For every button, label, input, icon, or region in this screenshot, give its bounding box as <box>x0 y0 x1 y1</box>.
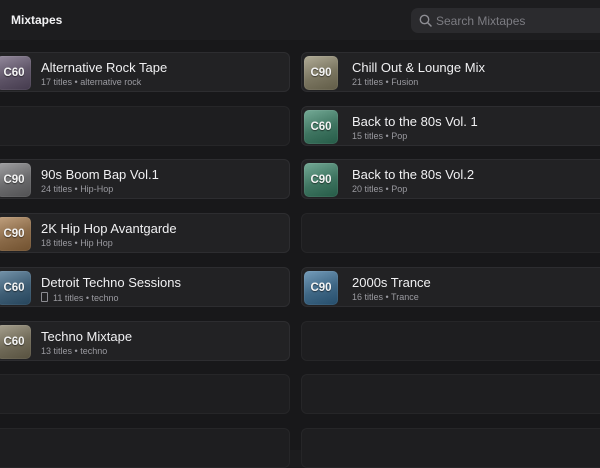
genre-label: techno <box>91 292 119 303</box>
search-box[interactable] <box>411 8 600 33</box>
mixtape-meta: 15 titles • Pop <box>352 131 407 141</box>
header-bar: Mixtapes <box>0 0 600 40</box>
mixtape-meta: 21 titles • Fusion <box>352 77 418 87</box>
cassette-badge: C90 <box>0 163 31 198</box>
mixtape-card[interactable]: C60 Back to the 80s Vol. 1 15 titles • Pop <box>301 105 600 146</box>
mixtape-title: Back to the 80s Vol.2 <box>352 167 475 183</box>
empty-slot <box>0 105 290 146</box>
genre-label: Hip Hop <box>80 238 113 249</box>
mixtape-title: Techno Mixtape <box>41 328 133 344</box>
cassette-badge: C60 <box>0 324 31 359</box>
mixtape-card[interactable]: C60 Detroit Techno Sessions 11 titles • te… <box>0 266 290 307</box>
genre-label: Trance <box>391 291 419 302</box>
mixtape-card[interactable]: C60 Alternative Rock Tape 17 titles • alte… <box>0 52 290 92</box>
cassette-badge: C90 <box>304 56 338 90</box>
genre-label: techno <box>80 345 108 356</box>
cassette-badge: C60 <box>0 270 31 305</box>
cassette-badge: C60 <box>304 109 338 144</box>
empty-slot <box>301 320 600 361</box>
mixtape-title: 90s Boom Bap Vol.1 <box>41 167 159 183</box>
mixtape-title: Chill Out & Lounge Mix <box>352 60 485 75</box>
mixtape-card[interactable]: C60 Techno Mixtape 13 titles • techno <box>0 320 290 361</box>
mixtape-grid: C60 Alternative Rock Tape 17 titles • alte… <box>0 40 600 468</box>
title-count: 24 titles <box>41 184 73 195</box>
meta-separator: • <box>83 292 92 303</box>
mixtape-card[interactable]: C90 2K Hip Hop Avantgarde 18 titles • Hip … <box>0 213 290 254</box>
genre-label: Fusion <box>391 77 419 87</box>
title-count: 18 titles <box>41 238 73 249</box>
mixtape-meta: 17 titles • alternative rock <box>41 77 141 87</box>
genre-label: Hip-Hop <box>80 184 114 195</box>
title-count: 13 titles <box>41 345 73 356</box>
search-input[interactable] <box>436 8 600 33</box>
title-count: 15 titles <box>352 130 384 141</box>
genre-label: Pop <box>391 130 408 141</box>
mixtape-meta: 24 titles • Hip-Hop <box>41 184 113 194</box>
mixtape-title: Detroit Techno Sessions <box>41 274 181 290</box>
genre-label: Pop <box>391 184 408 195</box>
mixtape-card[interactable]: C90 90s Boom Bap Vol.1 24 titles • Hip-Hop <box>0 159 290 200</box>
cassette-badge: C60 <box>0 56 31 90</box>
meta-separator: • <box>383 130 392 141</box>
meta-separator: • <box>72 238 81 249</box>
cassette-badge: C90 <box>0 217 31 252</box>
empty-slot <box>301 374 600 415</box>
mixtape-title: Back to the 80s Vol. 1 <box>352 113 478 129</box>
cassette-badge: C90 <box>304 270 338 305</box>
meta-separator: • <box>72 184 81 195</box>
mixtape-card[interactable]: C90 2000s Trance 16 titles • Trance <box>301 266 600 307</box>
empty-slot <box>0 374 290 415</box>
meta-separator: • <box>72 77 81 87</box>
device-icon <box>41 291 48 302</box>
mixtape-meta: 18 titles • Hip Hop <box>41 238 113 248</box>
title-count: 20 titles <box>352 184 384 195</box>
mixtape-meta: 16 titles • Trance <box>352 292 419 302</box>
mixtape-meta: 11 titles • techno <box>41 291 119 303</box>
meta-separator: • <box>383 77 392 87</box>
title-count: 17 titles <box>41 77 73 87</box>
empty-slot <box>301 213 600 254</box>
mixtape-title: 2K Hip Hop Avantgarde <box>41 221 177 237</box>
mixtape-card[interactable]: C90 Chill Out & Lounge Mix 21 titles • Fus… <box>301 52 600 92</box>
mixtape-card[interactable]: C90 Back to the 80s Vol.2 20 titles • Pop <box>301 159 600 200</box>
empty-slot <box>0 427 290 468</box>
meta-separator: • <box>72 345 81 356</box>
title-count: 21 titles <box>352 77 384 87</box>
empty-slot <box>301 427 600 468</box>
meta-separator: • <box>383 184 392 195</box>
mixtape-meta: 13 titles • techno <box>41 346 107 356</box>
meta-separator: • <box>383 291 392 302</box>
mixtape-title: 2000s Trance <box>352 274 431 290</box>
cassette-badge: C90 <box>304 163 338 198</box>
title-count: 16 titles <box>352 291 384 302</box>
search-icon <box>419 14 432 27</box>
mixtape-meta: 20 titles • Pop <box>352 184 407 194</box>
mixtape-title: Alternative Rock Tape <box>41 60 168 75</box>
page-title: Mixtapes <box>11 13 63 27</box>
title-count: 11 titles <box>53 292 84 303</box>
genre-label: alternative rock <box>80 77 142 87</box>
